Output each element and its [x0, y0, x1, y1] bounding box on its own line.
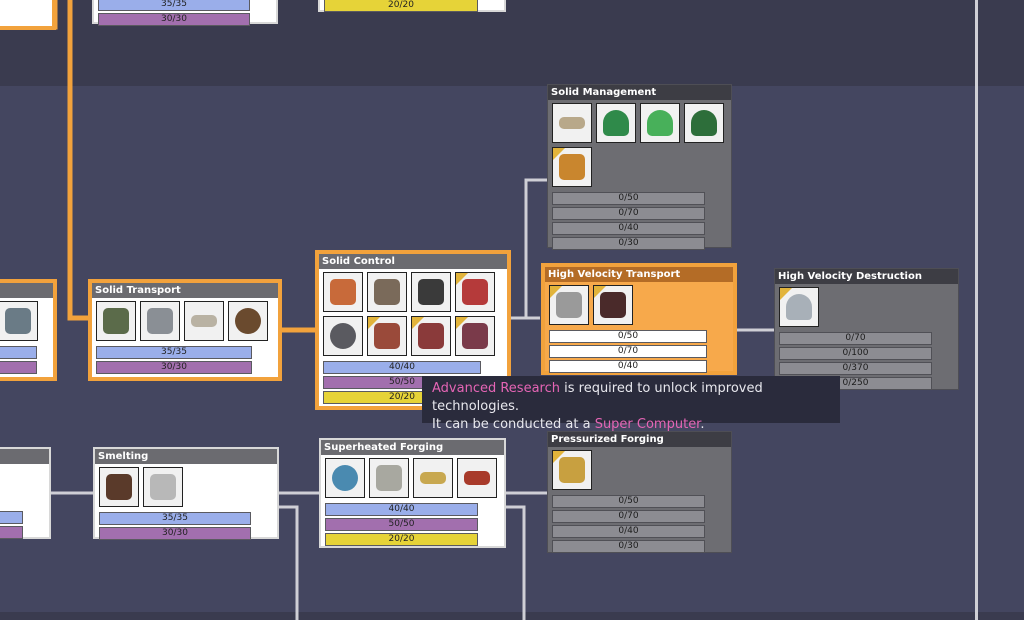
tooltip-highlight-research: Advanced Research	[432, 381, 560, 396]
research-bar-advanced	[0, 361, 37, 374]
sensor-icon[interactable]	[596, 103, 636, 143]
conveyor-bridge-icon[interactable]	[455, 316, 495, 356]
tech-title: Pressurized Forging	[548, 432, 731, 447]
research-bar-basic: 0/50	[552, 192, 705, 205]
research-bar-nuclear: 20/20	[324, 0, 478, 12]
research-bar-advanced: 50/50	[325, 518, 478, 531]
tech-node-solid-transport[interactable]: Solid Transport 35/35 30/30	[88, 279, 282, 381]
research-bar-advanced: 0/70	[549, 345, 707, 358]
tech-node-high-velocity-transport[interactable]: High Velocity Transport 0/50 0/70 0/40	[541, 263, 737, 375]
wire-forging-down	[505, 505, 526, 620]
storage-icon[interactable]	[552, 147, 592, 187]
research-bar-nuclear: 0/40	[549, 360, 707, 373]
tech-node-partial-top[interactable]: 35/35 30/30	[92, 0, 278, 26]
tech-title: Superheated Forging	[321, 440, 504, 455]
metal-refinery-icon[interactable]	[99, 467, 139, 507]
tech-node-partial-left[interactable]	[0, 279, 57, 381]
research-bar-advanced: 0/100	[779, 347, 932, 360]
tech-title: High Velocity Transport	[545, 267, 733, 282]
research-bar-basic: 40/40	[323, 361, 481, 374]
research-bar-orbital: 0/30	[552, 540, 705, 553]
wire-smelting-down	[278, 505, 299, 620]
meteor-blaster-icon[interactable]	[779, 287, 819, 327]
research-bar-nuclear: 0/40	[552, 222, 705, 235]
research-bar-basic	[0, 511, 23, 524]
shipping-icon[interactable]	[367, 272, 407, 312]
tech-node-solid-management[interactable]: Solid Management 0/50 0/70 0/40 0/30	[547, 84, 732, 250]
tech-title: Solid Transport	[92, 283, 278, 298]
sensor-icon[interactable]	[640, 103, 680, 143]
rail-launcher-icon[interactable]	[549, 285, 589, 325]
tech-node-smelting[interactable]: Smelting 35/35 30/30	[93, 447, 279, 540]
tooltip-line-2: It can be conducted at a Super Computer.	[432, 417, 705, 432]
research-bar-basic: 40/40	[325, 503, 478, 516]
tooltip-highlight-building: Super Computer	[594, 417, 701, 432]
research-bar-advanced: 0/70	[552, 510, 705, 523]
tech-title: Smelting	[95, 449, 277, 464]
conveyor-rail-icon[interactable]	[184, 301, 224, 341]
research-bar-basic: 0/50	[552, 495, 705, 508]
tech-title: Solid Management	[548, 85, 731, 100]
tech-node-superheated-forging[interactable]: Superheated Forging 40/40 50/50 20/20	[319, 438, 506, 548]
research-bar-basic: 35/35	[99, 512, 251, 525]
robo-miner-icon[interactable]	[411, 272, 451, 312]
research-bar-basic: 35/35	[98, 0, 250, 11]
conduit-icon[interactable]	[413, 458, 453, 498]
heavy-wire-icon[interactable]	[457, 458, 497, 498]
building-icon[interactable]	[0, 301, 38, 341]
wire-vertical-to-transport	[67, 0, 90, 321]
sensor-icon[interactable]	[684, 103, 724, 143]
tech-node-partial-top-mid[interactable]: 20/20	[318, 0, 506, 12]
research-bar-advanced: 30/30	[99, 527, 251, 540]
tech-node-high-velocity-destruction[interactable]: High Velocity Destruction 0/70 0/100 0/3…	[774, 268, 959, 390]
rail-receiver-icon[interactable]	[593, 285, 633, 325]
research-bar-advanced	[0, 526, 23, 539]
research-bar-basic	[0, 346, 37, 359]
research-bar-basic: 35/35	[96, 346, 252, 359]
research-bar-basic: 0/50	[549, 330, 707, 343]
diamond-press-icon[interactable]	[552, 450, 592, 490]
tech-node-partial-top-left[interactable]	[0, 0, 56, 30]
research-bar-nuclear: 20/20	[325, 533, 478, 546]
conveyor-chute-icon[interactable]	[228, 301, 268, 341]
research-bar-nuclear: 0/370	[779, 362, 932, 375]
solid-valve-icon[interactable]	[411, 316, 451, 356]
research-bar-advanced: 0/70	[552, 207, 705, 220]
conveyor-shutoff-icon[interactable]	[455, 272, 495, 312]
tech-node-partial-bottom-left[interactable]	[0, 447, 51, 539]
research-bar-orbital: 0/30	[552, 237, 705, 250]
tech-title: Solid Control	[319, 254, 507, 269]
research-bar-advanced: 30/30	[96, 361, 252, 374]
solid-filter-icon[interactable]	[323, 316, 363, 356]
auto-sweeper-icon[interactable]	[367, 316, 407, 356]
conveyor-meter-icon[interactable]	[552, 103, 592, 143]
metal-tile-icon[interactable]	[143, 467, 183, 507]
transit-tube-icon[interactable]	[323, 272, 363, 312]
research-bar-advanced: 30/30	[98, 13, 250, 26]
plastic-tile-icon[interactable]	[369, 458, 409, 498]
conveyor-receptacle-icon[interactable]	[140, 301, 180, 341]
tooltip-line-1: Advanced Research is required to unlock …	[432, 381, 763, 414]
research-tooltip: Advanced Research is required to unlock …	[422, 376, 840, 432]
research-bar-nuclear: 0/40	[552, 525, 705, 538]
conveyor-loader-icon[interactable]	[96, 301, 136, 341]
tech-node-pressurized-forging[interactable]: Pressurized Forging 0/50 0/70 0/40 0/30	[547, 431, 732, 553]
research-bar-basic: 0/70	[779, 332, 932, 345]
tech-title: High Velocity Destruction	[775, 269, 958, 284]
glass-forge-icon[interactable]	[325, 458, 365, 498]
